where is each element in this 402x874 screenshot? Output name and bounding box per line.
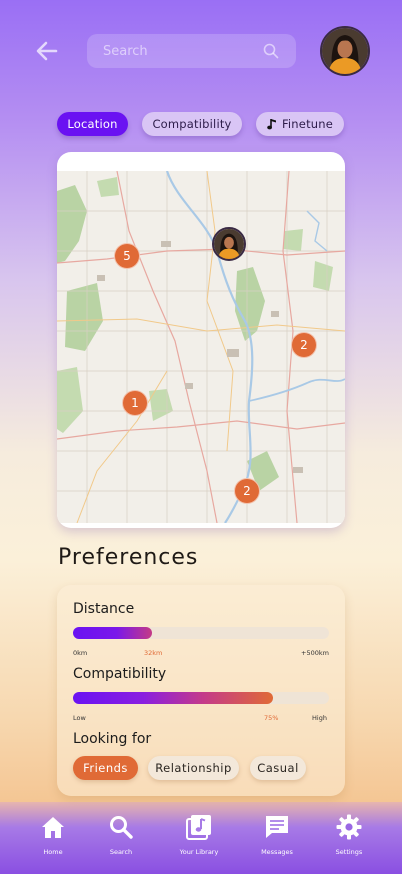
chip-friends-label: Friends xyxy=(83,761,128,775)
cluster-count: 1 xyxy=(131,396,139,410)
map-user-avatar[interactable] xyxy=(212,227,246,261)
distance-slider[interactable] xyxy=(73,627,329,639)
distance-value-label: 32km xyxy=(144,649,163,657)
distance-label: Distance xyxy=(73,601,135,617)
map-card: 5 2 1 2 xyxy=(57,152,345,528)
tab-location-label: Location xyxy=(67,117,118,131)
distance-min-label: 0km xyxy=(73,649,88,657)
distance-slider-fill xyxy=(73,627,153,639)
compatibility-label: Compatibility xyxy=(73,666,167,682)
nav-search-label: Search xyxy=(109,848,133,856)
map-cluster-marker[interactable]: 1 xyxy=(122,390,148,416)
compatibility-min-label: Low xyxy=(73,714,86,722)
cluster-count: 5 xyxy=(123,249,131,263)
chip-casual-label: Casual xyxy=(257,761,299,775)
tab-finetune-label: Finetune xyxy=(281,117,334,131)
arrow-left-icon xyxy=(36,41,58,61)
nav-home[interactable]: Home xyxy=(18,814,88,862)
search-icon[interactable] xyxy=(263,43,279,59)
music-note-icon xyxy=(267,119,276,130)
cluster-count: 2 xyxy=(243,484,251,498)
nav-settings-label: Settings xyxy=(335,848,363,856)
chip-relationship-label: Relationship xyxy=(155,761,232,775)
messages-icon xyxy=(266,816,288,838)
search-icon xyxy=(110,816,133,839)
nav-library[interactable]: Your Library xyxy=(164,814,234,862)
nav-messages[interactable]: Messages xyxy=(242,814,312,862)
map-view[interactable]: 5 2 1 2 xyxy=(57,171,345,523)
search-bar[interactable] xyxy=(87,34,296,68)
nav-settings[interactable]: Settings xyxy=(314,814,384,862)
preferences-heading: Preferences xyxy=(58,545,199,570)
gear-icon xyxy=(336,814,362,840)
chip-casual[interactable]: Casual xyxy=(250,756,306,780)
distance-max-label: +500km xyxy=(301,649,329,657)
map-cluster-marker[interactable]: 2 xyxy=(234,478,260,504)
nav-search[interactable]: Search xyxy=(86,814,156,862)
compatibility-slider-fill xyxy=(73,692,273,704)
map-cluster-marker[interactable]: 2 xyxy=(291,332,317,358)
profile-avatar[interactable] xyxy=(320,26,370,76)
compatibility-slider[interactable] xyxy=(73,692,329,704)
tab-finetune[interactable]: Finetune xyxy=(256,112,344,136)
tab-compatibility[interactable]: Compatibility xyxy=(142,112,242,136)
search-input[interactable] xyxy=(103,42,263,60)
nav-home-label: Home xyxy=(43,848,63,856)
bottom-navigation: Home Search Your Library Messages Settin… xyxy=(0,802,402,874)
compatibility-value-label: 75% xyxy=(264,714,279,722)
home-icon xyxy=(42,817,64,838)
tab-compatibility-label: Compatibility xyxy=(152,117,232,131)
library-icon xyxy=(186,815,211,840)
looking-for-label: Looking for xyxy=(73,731,152,747)
compatibility-max-label: High xyxy=(312,714,327,722)
map-cluster-marker[interactable]: 5 xyxy=(114,243,140,269)
preferences-card: Distance 0km 32km +500km Compatibility L… xyxy=(57,585,345,796)
top-bar xyxy=(0,0,402,100)
nav-messages-label: Messages xyxy=(261,848,293,856)
chip-friends[interactable]: Friends xyxy=(73,756,138,780)
nav-library-label: Your Library xyxy=(179,848,219,856)
cluster-count: 2 xyxy=(300,338,308,352)
chip-relationship[interactable]: Relationship xyxy=(148,756,239,780)
tab-location[interactable]: Location xyxy=(57,112,128,136)
back-button[interactable] xyxy=(34,38,60,64)
